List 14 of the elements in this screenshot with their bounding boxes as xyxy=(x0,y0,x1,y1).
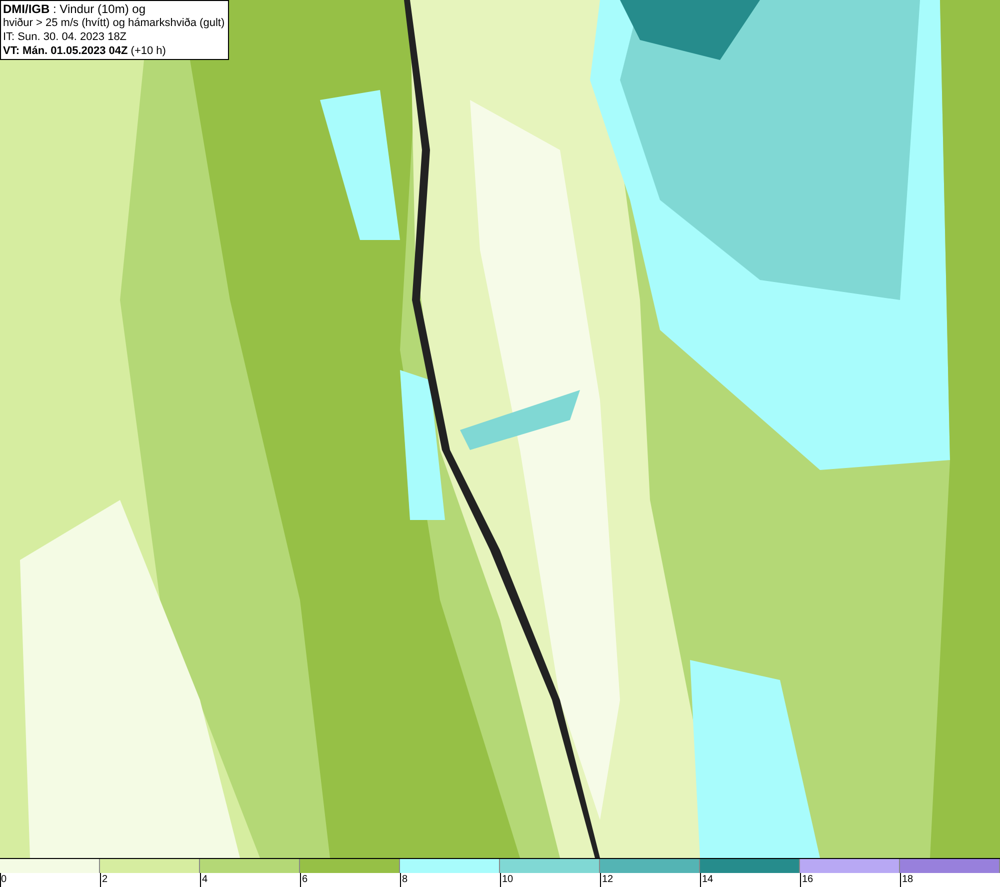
legend-label: 2 xyxy=(100,873,108,887)
info-text: VT: Mán. 01.05.2023 04Z (+10 h) xyxy=(3,44,167,58)
legend-label: 8 xyxy=(400,873,408,887)
info-text: IT: Sun. 30. 04. 2023 18Z xyxy=(3,30,128,44)
legend-label: 4 xyxy=(200,873,208,887)
legend-label: 16 xyxy=(800,873,814,887)
info-text: DMI/IGB : Vindur (10m) og xyxy=(3,2,146,16)
info-text: hviður > 25 m/s (hvítt) og hámarkshviða (gult) xyxy=(3,16,226,30)
legend-label: 0 xyxy=(0,873,7,887)
legend-label: 10 xyxy=(500,873,514,887)
legend-label: 6 xyxy=(300,873,308,887)
legend-label: 12 xyxy=(600,873,614,887)
legend-label: 18 xyxy=(900,873,914,887)
legend-label: 14 xyxy=(700,873,714,887)
